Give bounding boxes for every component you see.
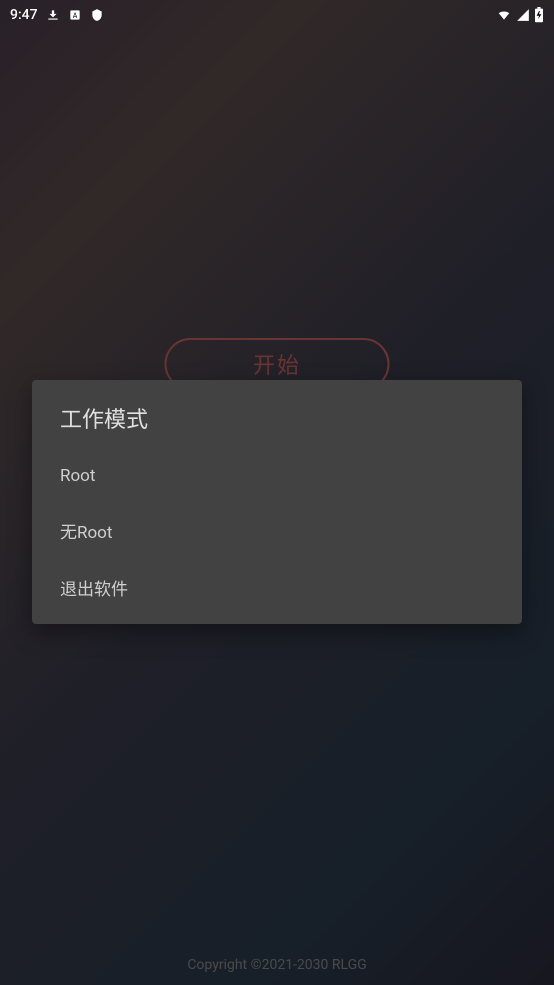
status-bar-left: 9:47 A [10,7,104,23]
dialog-item-no-root[interactable]: 无Root [32,502,522,559]
status-time: 9:47 [10,7,38,23]
wifi-icon [496,8,512,22]
dialog-title: 工作模式 [32,380,522,450]
battery-icon [534,7,544,23]
shield-icon [90,8,104,22]
dialog-item-label: 无Root [60,523,112,543]
work-mode-dialog: 工作模式 Root 无Root 退出软件 [32,380,522,624]
status-bar: 9:47 A [0,0,554,30]
dialog-item-label: 退出软件 [60,580,128,600]
dialog-item-exit[interactable]: 退出软件 [32,559,522,616]
dialog-item-label: Root [60,466,95,486]
app-notification-icon: A [68,8,82,22]
dialog-item-root[interactable]: Root [32,450,522,502]
signal-icon [516,8,530,22]
status-bar-right [496,7,544,23]
download-icon [46,8,60,22]
svg-text:A: A [72,12,77,20]
